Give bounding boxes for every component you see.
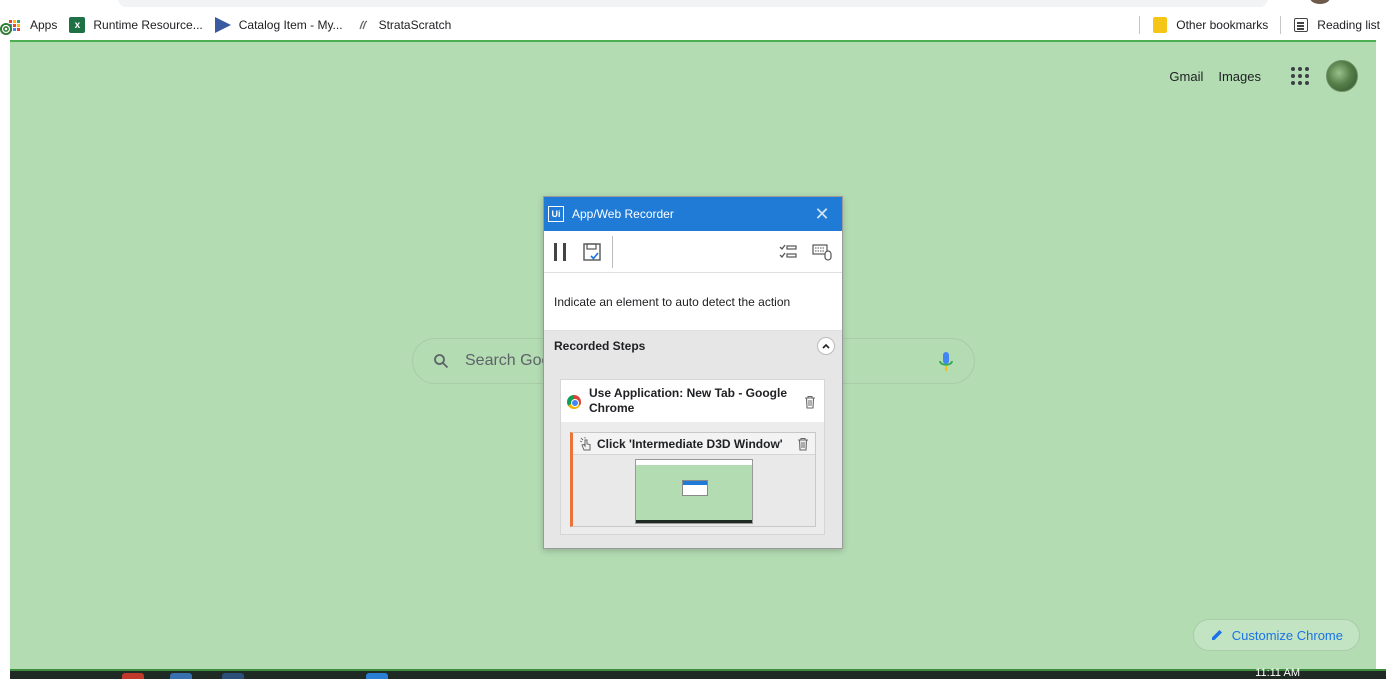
sub-step-title: Click 'Intermediate D3D Window' [597, 436, 783, 451]
pause-icon[interactable] [554, 242, 566, 261]
google-apps-icon[interactable] [1288, 64, 1312, 88]
taskbar-app-icon[interactable] [366, 673, 388, 679]
sub-step-header: Click 'Intermediate D3D Window' [573, 433, 815, 455]
save-and-exit-icon[interactable] [582, 242, 602, 262]
bookmarks-separator [1139, 16, 1141, 34]
images-link[interactable]: Images [1218, 69, 1261, 84]
google-header-links: Gmail Images [1169, 60, 1358, 92]
delete-trash-icon[interactable] [804, 395, 816, 409]
step-screenshot-thumbnail [635, 459, 753, 524]
step-use-application[interactable]: Use Application: New Tab - Google Chrome… [560, 379, 825, 535]
taskbar-app-icon[interactable] [222, 673, 244, 679]
window-right-edge [1376, 40, 1386, 669]
recorded-steps-panel: Recorded Steps Use Application: New Tab … [544, 331, 842, 548]
microphone-icon[interactable] [938, 351, 954, 373]
recorded-steps-header: Recorded Steps [554, 339, 646, 353]
other-bookmarks-label: Other bookmarks [1176, 18, 1269, 32]
app-web-recorder-dialog: Ui App/Web Recorder ✕ Indicate an elemen… [543, 196, 843, 549]
uipath-logo-icon: Ui [548, 206, 564, 222]
bookmark-catalog-item[interactable]: Catalog Item - My... [209, 13, 349, 37]
click-hand-icon [579, 436, 591, 450]
step-title: Use Application: New Tab - Google Chrome [589, 386, 788, 415]
recorder-hint: Indicate an element to auto detect the a… [544, 273, 842, 331]
recorder-toolbar [544, 231, 842, 273]
taskbar-app-icon[interactable] [170, 673, 192, 679]
delete-trash-icon[interactable] [797, 437, 809, 451]
bookmark-runtime-resource[interactable]: x Runtime Resource... [63, 13, 208, 37]
excel-icon: x [69, 17, 86, 33]
search-placeholder: Search Goo [465, 352, 551, 369]
step-click-action[interactable]: Click 'Intermediate D3D Window' [570, 432, 816, 527]
recorder-title: App/Web Recorder [572, 207, 674, 221]
checklist-icon[interactable] [778, 242, 798, 262]
step-header: Use Application: New Tab - Google Chrome [561, 380, 824, 422]
bookmark-label: StrataScratch [378, 18, 452, 32]
recorder-titlebar[interactable]: Ui App/Web Recorder ✕ [544, 197, 842, 231]
windows-taskbar: 11:11 AM [10, 667, 1386, 679]
omnibox-strip [0, 0, 1386, 10]
toolbar-divider [612, 235, 613, 268]
bookmarks-bar: Apps x Runtime Resource... Catalog Item … [0, 10, 1386, 40]
bookmark-stratascratch[interactable]: StrataScratch [349, 13, 458, 37]
other-bookmarks-folder[interactable]: Other bookmarks [1146, 13, 1274, 37]
omnibox[interactable] [118, 0, 1268, 7]
folder-icon [1152, 17, 1168, 33]
window-left-edge [0, 23, 12, 669]
reading-list-icon [1293, 17, 1309, 33]
reading-list-button[interactable]: Reading list [1287, 13, 1386, 37]
bookmarks-separator [1280, 16, 1282, 34]
bookmark-label: Catalog Item - My... [238, 18, 343, 32]
chrome-icon [567, 395, 581, 409]
collapse-chevron-up-icon[interactable] [817, 337, 835, 355]
account-avatar[interactable] [1326, 60, 1358, 92]
gmail-link[interactable]: Gmail [1169, 69, 1203, 84]
search-icon [434, 354, 449, 369]
bookmark-label: Runtime Resource... [93, 18, 203, 32]
reading-list-label: Reading list [1317, 18, 1380, 32]
taskbar-clock[interactable]: 11:11 AM [1255, 667, 1300, 679]
pencil-icon [1211, 630, 1222, 640]
stratascratch-icon [355, 17, 371, 33]
servicenow-icon [214, 17, 231, 33]
keyboard-mouse-icon[interactable] [812, 242, 832, 262]
close-button[interactable]: ✕ [802, 197, 842, 231]
profile-avatar-icon[interactable] [1310, 0, 1330, 4]
taskbar-app-icon[interactable] [122, 673, 144, 679]
chrome-edge-icon [0, 23, 12, 35]
customize-chrome-button[interactable]: Customize Chrome [1192, 619, 1360, 651]
customize-chrome-label: Customize Chrome [1231, 627, 1343, 643]
bookmark-label: Apps [30, 18, 58, 32]
